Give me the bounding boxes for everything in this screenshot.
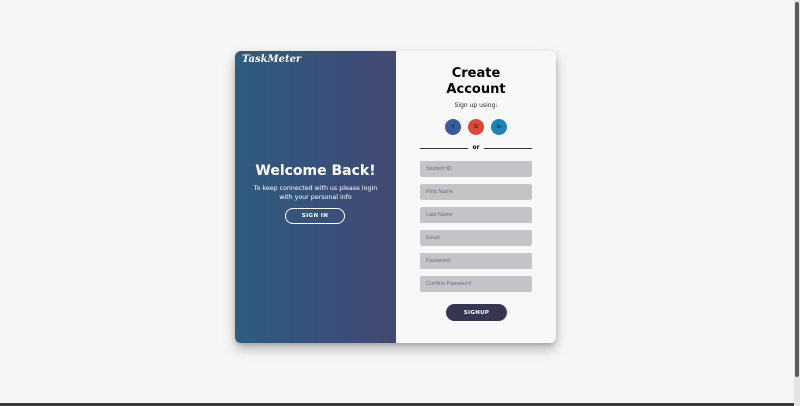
student-id-field[interactable] [420, 161, 532, 177]
welcome-title: Welcome Back! [255, 163, 376, 179]
create-account-title-line1: Create [451, 66, 501, 81]
page-scrollbar[interactable] [794, 0, 800, 406]
welcome-panel: TaskMeter Welcome Back! To keep connecte… [235, 51, 396, 343]
email-field[interactable] [420, 230, 532, 246]
password-field[interactable] [420, 253, 532, 269]
last-name-field[interactable] [420, 207, 532, 223]
facebook-icon[interactable]: f [445, 119, 461, 135]
create-account-title-line2: Account [446, 82, 506, 97]
signup-panel: Create Account Sign up using: f G in or … [396, 51, 556, 343]
confirm-password-field[interactable] [420, 276, 532, 292]
divider-line-right [484, 148, 532, 149]
google-plus-icon[interactable]: G [468, 119, 484, 135]
or-divider: or [420, 144, 532, 151]
signup-using-label: Sign up using: [454, 102, 498, 109]
signup-button[interactable]: SIGNUP [446, 304, 507, 321]
sign-in-button[interactable]: SIGN IN [285, 208, 345, 224]
social-buttons: f G in [445, 119, 507, 135]
brand-logo: TaskMeter [242, 54, 302, 65]
first-name-field[interactable] [420, 184, 532, 200]
auth-card: TaskMeter Welcome Back! To keep connecte… [235, 51, 556, 343]
welcome-subtitle: To keep connected with us please login w… [253, 185, 378, 201]
scrollbar-thumb[interactable] [795, 2, 799, 377]
create-account-title: Create Account [396, 66, 556, 98]
linkedin-icon[interactable]: in [491, 119, 507, 135]
